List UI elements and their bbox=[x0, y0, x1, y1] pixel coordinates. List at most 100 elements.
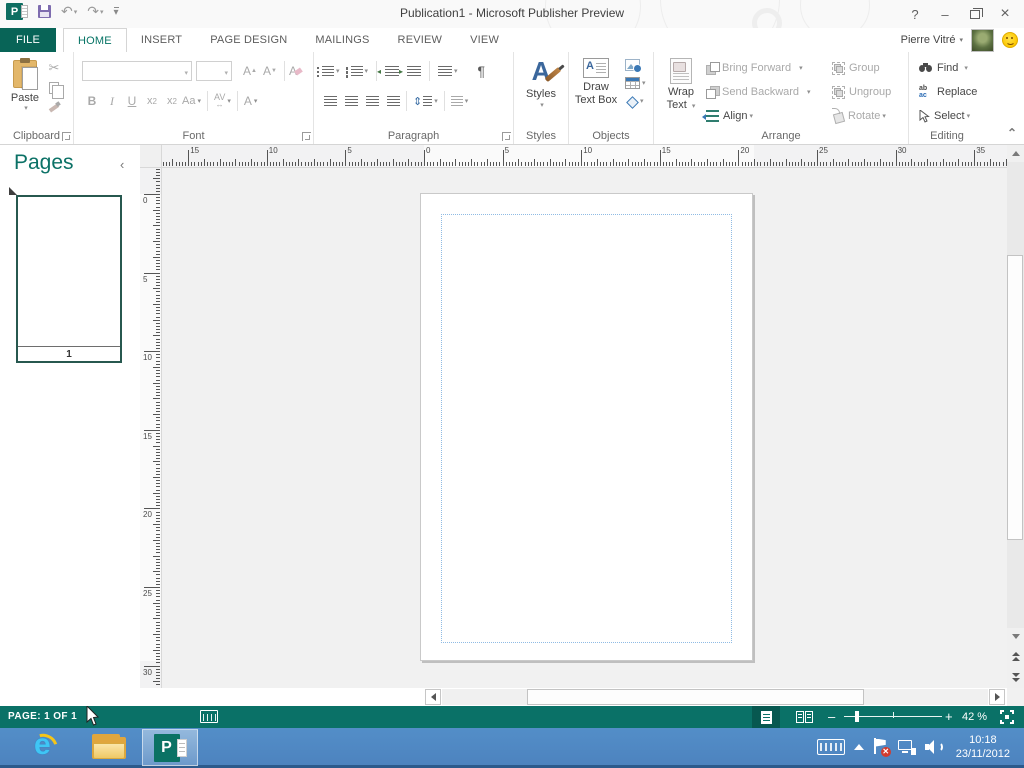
group-button[interactable]: Group bbox=[832, 56, 891, 80]
previous-page-button[interactable] bbox=[1007, 648, 1024, 665]
insert-shapes-button[interactable]: ▾ bbox=[625, 94, 644, 108]
user-avatar[interactable] bbox=[971, 29, 994, 52]
font-color-button[interactable]: A▾ bbox=[244, 91, 258, 111]
feedback-smiley-icon[interactable] bbox=[1002, 32, 1018, 48]
next-page-button[interactable] bbox=[1007, 669, 1024, 686]
volume-icon[interactable] bbox=[925, 739, 943, 755]
horizontal-scroll-thumb[interactable] bbox=[527, 689, 864, 705]
align-left-button[interactable] bbox=[324, 91, 337, 111]
draw-text-box-button[interactable]: A DrawText Box bbox=[571, 58, 621, 107]
font-name-combo[interactable]: ▾ bbox=[82, 61, 192, 81]
pages-panel-collapse-button[interactable]: ‹ bbox=[120, 157, 124, 172]
tab-insert[interactable]: INSERT bbox=[127, 28, 196, 52]
grow-font-button[interactable]: A▲ bbox=[240, 61, 260, 81]
vertical-scrollbar[interactable] bbox=[1007, 145, 1024, 688]
format-painter-button[interactable] bbox=[48, 100, 60, 112]
find-button[interactable]: Find▾ bbox=[919, 56, 977, 80]
tab-review[interactable]: REVIEW bbox=[384, 28, 457, 52]
object-indicator-icon[interactable] bbox=[200, 710, 218, 723]
align-button[interactable]: Align▾ bbox=[706, 104, 811, 128]
show-hidden-icons-button[interactable] bbox=[854, 744, 864, 750]
align-right-button[interactable] bbox=[366, 91, 379, 111]
publisher-taskbar-button[interactable]: P bbox=[142, 729, 198, 766]
insert-table-button[interactable]: ▾ bbox=[625, 76, 646, 90]
file-explorer-icon[interactable] bbox=[92, 734, 126, 760]
superscript-button[interactable]: x2 bbox=[162, 91, 182, 111]
page-thumbnail[interactable]: 1 bbox=[16, 195, 122, 363]
canvas[interactable] bbox=[162, 168, 1007, 688]
user-dropdown-arrow[interactable]: ▾ bbox=[959, 36, 963, 44]
scroll-left-button[interactable] bbox=[425, 689, 441, 705]
zoom-out-button[interactable]: – bbox=[828, 709, 835, 724]
user-name[interactable]: Pierre Vitré bbox=[901, 34, 956, 46]
touch-keyboard-icon[interactable] bbox=[817, 739, 845, 755]
shrink-font-button[interactable]: A▼ bbox=[260, 61, 280, 81]
change-case-button[interactable]: Aa▾ bbox=[182, 91, 201, 111]
tab-view[interactable]: VIEW bbox=[456, 28, 513, 52]
horizontal-ruler[interactable]: 1510505101520253035 bbox=[162, 145, 1007, 168]
tab-file[interactable]: FILE bbox=[0, 28, 56, 52]
select-button[interactable]: Select▾ bbox=[919, 104, 977, 128]
replace-button[interactable]: abacReplace bbox=[919, 80, 977, 104]
minimize-button[interactable]: – bbox=[930, 3, 960, 25]
single-page-view-button[interactable] bbox=[752, 706, 780, 728]
rotate-button[interactable]: Rotate▾ bbox=[832, 104, 891, 128]
help-button[interactable]: ? bbox=[900, 3, 930, 25]
scroll-up-button[interactable] bbox=[1007, 145, 1024, 162]
align-center-button[interactable] bbox=[345, 91, 358, 111]
character-spacing-button[interactable]: AV↔▾ bbox=[214, 91, 231, 111]
vertical-ruler[interactable]: 051015202530 bbox=[140, 168, 162, 688]
publication-page[interactable] bbox=[420, 193, 753, 661]
tab-mailings[interactable]: MAILINGS bbox=[301, 28, 383, 52]
zoom-slider-thumb[interactable] bbox=[855, 711, 859, 722]
copy-button[interactable] bbox=[49, 82, 59, 94]
collapse-ribbon-button[interactable]: ⌃ bbox=[1007, 126, 1017, 140]
internet-explorer-icon[interactable]: e bbox=[28, 730, 62, 764]
paste-button[interactable]: Paste ▾ bbox=[6, 58, 44, 130]
horizontal-scrollbar[interactable] bbox=[140, 688, 1007, 706]
scroll-down-button[interactable] bbox=[1007, 628, 1024, 645]
font-dialog-launcher-icon[interactable] bbox=[302, 132, 311, 141]
paragraph-dialog-launcher-icon[interactable] bbox=[502, 132, 511, 141]
network-icon[interactable] bbox=[898, 739, 916, 755]
bullets-button[interactable]: ▾ bbox=[322, 61, 340, 81]
vertical-scroll-thumb[interactable] bbox=[1007, 255, 1023, 540]
styles-button[interactable]: A Styles ▾ bbox=[514, 58, 568, 109]
justify-button[interactable] bbox=[387, 91, 400, 111]
italic-button[interactable]: I bbox=[102, 91, 122, 111]
two-page-view-button[interactable] bbox=[790, 706, 818, 728]
tab-page-design[interactable]: PAGE DESIGN bbox=[196, 28, 301, 52]
increase-indent-button[interactable]: ▸ bbox=[407, 61, 421, 81]
pages-sort-icon[interactable] bbox=[9, 187, 17, 195]
clear-formatting-button[interactable]: A bbox=[289, 61, 302, 81]
special-characters-button[interactable]: ¶ bbox=[478, 61, 486, 81]
wrap-text-button[interactable]: WrapText ▾ bbox=[662, 58, 700, 113]
line-spacing-button[interactable]: ⇕▾ bbox=[413, 91, 438, 111]
fit-page-button[interactable] bbox=[1000, 710, 1014, 724]
horizontal-scroll-track[interactable] bbox=[442, 689, 988, 705]
clipboard-dialog-launcher-icon[interactable] bbox=[62, 132, 71, 141]
close-button[interactable]: × bbox=[990, 3, 1020, 25]
font-size-combo[interactable]: ▾ bbox=[196, 61, 232, 81]
borders-button[interactable]: ▾ bbox=[451, 91, 469, 111]
restore-button[interactable] bbox=[960, 3, 990, 25]
page-indicator[interactable]: PAGE: 1 OF 1 bbox=[8, 711, 77, 722]
subscript-button[interactable]: x2 bbox=[142, 91, 162, 111]
bold-button[interactable]: B bbox=[82, 91, 102, 111]
zoom-level[interactable]: 42 % bbox=[962, 711, 987, 723]
taskbar-clock[interactable]: 10:1823/11/2012 bbox=[956, 733, 1010, 761]
action-center-icon[interactable]: ✕ bbox=[873, 738, 889, 756]
underline-button[interactable]: U bbox=[122, 91, 142, 111]
send-backward-button[interactable]: Send Backward▾ bbox=[706, 80, 811, 104]
ungroup-button[interactable]: Ungroup bbox=[832, 80, 891, 104]
zoom-in-button[interactable]: + bbox=[945, 709, 953, 724]
decrease-indent-button[interactable]: ◂ bbox=[385, 61, 399, 81]
tab-home[interactable]: HOME bbox=[63, 28, 127, 52]
vertical-scroll-track[interactable] bbox=[1007, 162, 1024, 628]
insert-picture-button[interactable] bbox=[625, 58, 640, 72]
scroll-right-button[interactable] bbox=[989, 689, 1005, 705]
numbering-button[interactable]: ▾ bbox=[351, 61, 369, 81]
cut-button[interactable]: ✂ bbox=[49, 60, 60, 76]
bring-forward-button[interactable]: Bring Forward▾ bbox=[706, 56, 811, 80]
columns-button[interactable]: ▾ bbox=[438, 61, 458, 81]
